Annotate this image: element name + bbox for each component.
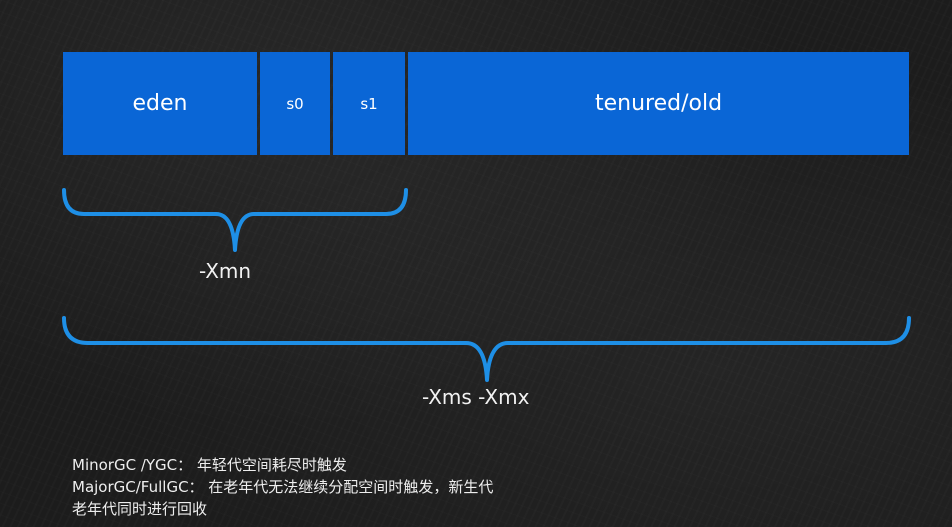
xmn-label: -Xmn <box>199 259 252 283</box>
minor-gc-note: MinorGC /YGC： 年轻代空间耗尽时触发 <box>72 456 347 474</box>
major-gc-note-continued: 老年代同时进行回收 <box>72 500 208 518</box>
young-generation-brace <box>62 188 408 252</box>
xms-xmx-label: -Xms -Xmx <box>422 385 530 409</box>
braces-layer <box>62 188 911 382</box>
gc-notes: MinorGC /YGC： 年轻代空间耗尽时触发 MajorGC/FullGC：… <box>72 454 493 520</box>
major-gc-note: MajorGC/FullGC： 在老年代无法继续分配空间时触发，新生代 <box>72 478 494 496</box>
whole-heap-brace <box>62 316 911 382</box>
